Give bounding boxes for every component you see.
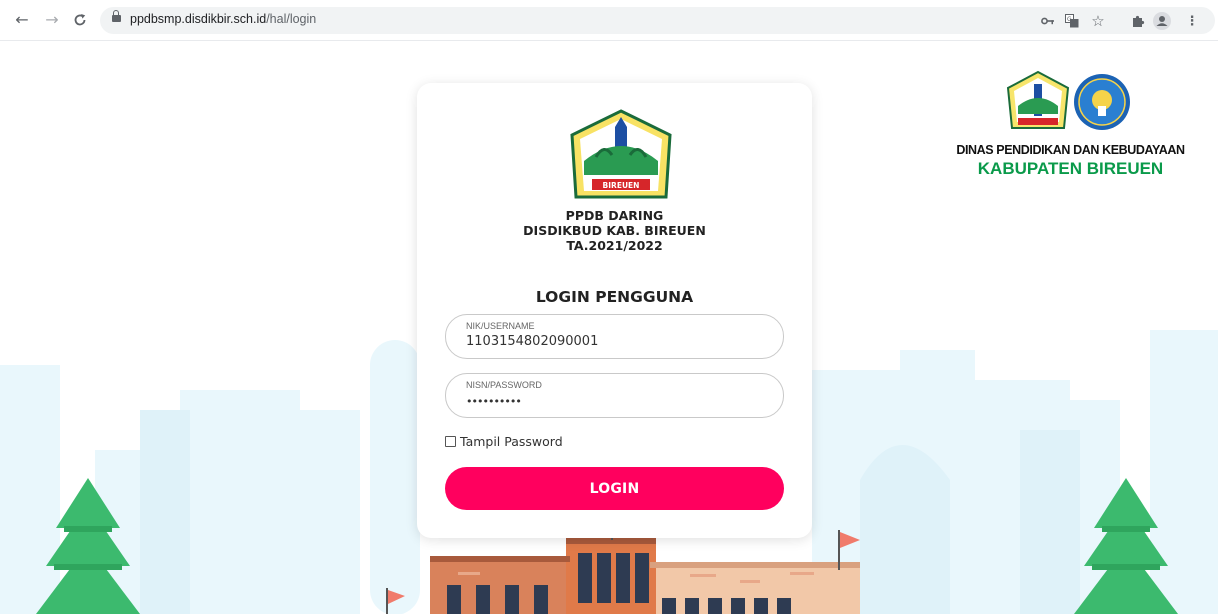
profile-icon[interactable] (1152, 11, 1172, 31)
bireuen-crest-icon: BIREUEN (570, 109, 672, 199)
password-field[interactable]: NISN/PASSWORD •••••••••• (445, 373, 784, 418)
brand-logos (1006, 70, 1130, 130)
arrow-right-icon[interactable]: → (40, 8, 64, 32)
show-password-checkbox[interactable] (445, 436, 456, 447)
svg-text:G: G (1067, 16, 1072, 23)
username-label: NIK/USERNAME (466, 321, 535, 331)
menu-icon[interactable]: ⋮ (1182, 11, 1202, 31)
tut-wuri-handayani-icon (1074, 74, 1130, 130)
title-line-1: PPDB DARING (565, 208, 664, 223)
reload-icon[interactable] (68, 8, 92, 32)
address-bar[interactable]: ppdbsmp.disdikbir.sch.id/hal/login G ☆ ⋮ (100, 7, 1215, 34)
extensions-icon[interactable] (1128, 11, 1148, 31)
login-card: BIREUEN PPDB DARING DISDIKBUD KAB. BIREU… (417, 83, 812, 538)
username-input[interactable] (466, 334, 766, 349)
username-field[interactable]: NIK/USERNAME (445, 314, 784, 359)
show-password-label[interactable]: Tampil Password (460, 434, 563, 449)
title-line-2: DISDIKBUD KAB. BIREUEN (523, 223, 706, 238)
arrow-left-icon[interactable]: ← (10, 8, 34, 32)
key-icon[interactable] (1038, 11, 1058, 31)
login-button[interactable]: LOGIN (445, 467, 784, 510)
bireuen-crest-icon (1006, 70, 1070, 129)
password-label: NISN/PASSWORD (466, 380, 542, 390)
brand-line2: KABUPATEN BIREUEN (977, 159, 1164, 178)
crest-label: BIREUEN (603, 181, 640, 190)
show-password-row[interactable]: Tampil Password (445, 434, 563, 449)
password-input[interactable]: •••••••••• (466, 395, 522, 408)
translate-icon[interactable]: G (1062, 11, 1082, 31)
star-icon[interactable]: ☆ (1088, 11, 1108, 31)
url-text[interactable]: ppdbsmp.disdikbir.sch.id/hal/login (130, 12, 316, 26)
school-building (430, 536, 860, 614)
url-domain: ppdbsmp.disdikbir.sch.id (130, 12, 267, 26)
browser-toolbar: ← → ppdbsmp.disdikbir.sch.id/hal/login G… (0, 0, 1218, 41)
url-path: /hal/login (266, 12, 317, 26)
lock-icon (112, 10, 121, 23)
login-heading: LOGIN PENGGUNA (535, 288, 694, 306)
title-line-3: TA.2021/2022 (566, 238, 663, 253)
app-title: PPDB DARING DISDIKBUD KAB. BIREUEN TA.20… (417, 208, 812, 253)
brand-line1: DINAS PENDIDIKAN DAN KEBUDAYAAN (956, 143, 1185, 157)
